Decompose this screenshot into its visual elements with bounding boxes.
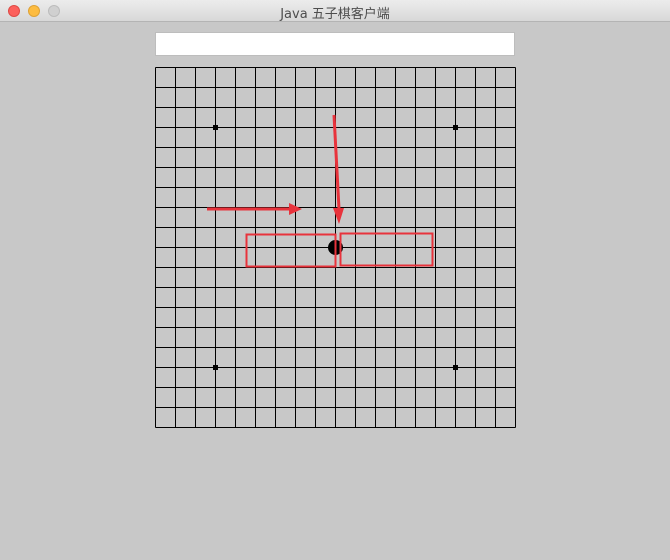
star-point: [213, 125, 218, 130]
game-window: Java 五子棋客户端: [0, 0, 670, 560]
window-title: Java 五子棋客户端: [280, 7, 390, 22]
gomoku-board[interactable]: [155, 67, 516, 428]
vertical-arrow: [332, 114, 341, 210]
star-point: [453, 365, 458, 370]
message-field[interactable]: [155, 32, 515, 56]
star-point: [213, 365, 218, 370]
left-highlight-box: [245, 233, 337, 268]
vertical-arrow-head: [333, 208, 344, 224]
board-canvas[interactable]: [155, 67, 516, 428]
star-point: [453, 125, 458, 130]
right-highlight-box: [339, 232, 434, 267]
title-bar[interactable]: Java 五子棋客户端: [0, 0, 670, 22]
